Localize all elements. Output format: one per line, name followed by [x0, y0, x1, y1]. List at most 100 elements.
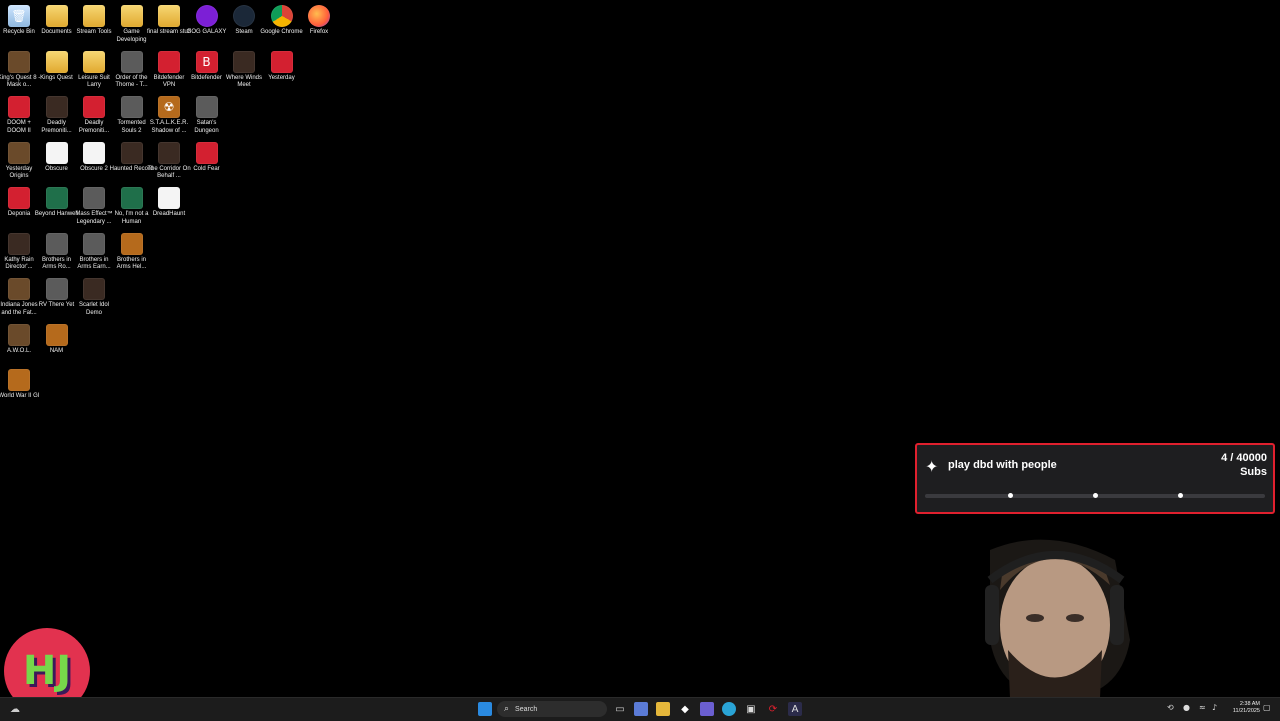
- desktop-icon[interactable]: Obscure 2: [75, 140, 113, 184]
- alienware-icon[interactable]: ◆: [678, 702, 692, 716]
- app-icon: B: [196, 51, 218, 73]
- desktop-icon[interactable]: King's Quest 8 - Mask o...: [0, 49, 38, 93]
- desktop-icon[interactable]: Documents: [38, 3, 76, 47]
- app-icon: [8, 142, 30, 164]
- desktop-icon[interactable]: BBitdefender: [188, 49, 226, 93]
- desktop-icon[interactable]: GOG GALAXY: [188, 3, 226, 47]
- taskbar: ☁ ⌕ Search ▭ ◆ ▣ ⟳ A ⟲ ● ≈ ♪ 2:38 AM 11/…: [0, 697, 1280, 721]
- app-icon: [83, 233, 105, 255]
- desktop-icon[interactable]: Mass Effect™ Legendary ...: [75, 185, 113, 229]
- desktop-icon[interactable]: Indiana Jones and the Fat...: [0, 276, 38, 320]
- teams-icon[interactable]: [700, 702, 714, 716]
- app-icon: [121, 96, 143, 118]
- desktop-icon[interactable]: 🗑Recycle Bin: [0, 3, 38, 47]
- desktop-icon-label: Cold Fear: [185, 166, 229, 174]
- desktop-icon[interactable]: Beyond Hanwell: [38, 185, 76, 229]
- desktop-icons-area: 🗑Recycle BinDocumentsStream ToolsGame De…: [0, 0, 340, 420]
- desktop-icon[interactable]: Game Developing: [113, 3, 151, 47]
- clock[interactable]: 2:38 AM 11/21/2025: [1233, 701, 1260, 715]
- clock-date: 11/21/2025: [1233, 708, 1260, 715]
- desktop-icon[interactable]: Brothers in Arms Hel...: [113, 231, 151, 275]
- app-icon: [46, 324, 68, 346]
- app-icon: [46, 233, 68, 255]
- file-explorer-icon[interactable]: [656, 702, 670, 716]
- app-icon: [46, 187, 68, 209]
- start-button-icon[interactable]: [478, 702, 492, 716]
- desktop-icon[interactable]: Cold Fear: [188, 140, 226, 184]
- edge-icon[interactable]: [722, 702, 736, 716]
- app-icon: [271, 5, 293, 27]
- copilot-icon[interactable]: [634, 702, 648, 716]
- search-box[interactable]: ⌕ Search: [497, 701, 607, 717]
- app-icon[interactable]: A: [788, 702, 802, 716]
- desktop-icon[interactable]: Firefox: [300, 3, 338, 47]
- app-icon: [308, 5, 330, 27]
- goal-milestone-marker: [1093, 493, 1098, 498]
- desktop-icon[interactable]: A.W.O.L.: [0, 322, 38, 366]
- desktop-icon[interactable]: Brothers in Arms Ro...: [38, 231, 76, 275]
- desktop-icon[interactable]: ☢S.T.A.L.K.E.R. Shadow of ...: [150, 94, 188, 138]
- desktop-icon[interactable]: No, I'm not a Human: [113, 185, 151, 229]
- desktop-icon[interactable]: Kings Quest: [38, 49, 76, 93]
- desktop-icon[interactable]: Scarlet Idol Demo: [75, 276, 113, 320]
- app-icon: [83, 278, 105, 300]
- app-icon: [8, 233, 30, 255]
- microphone-icon[interactable]: ●: [1183, 703, 1190, 712]
- sync-icon[interactable]: ⟲: [1167, 703, 1174, 712]
- app-icon: [158, 5, 180, 27]
- desktop-icon[interactable]: Deadly Premoniti...: [75, 94, 113, 138]
- desktop-icon[interactable]: NAM: [38, 322, 76, 366]
- desktop-icon[interactable]: Stream Tools: [75, 3, 113, 47]
- desktop-icon[interactable]: DOOM + DOOM II: [0, 94, 38, 138]
- security-app-icon[interactable]: ⟳: [766, 702, 780, 716]
- search-label: Search: [515, 706, 537, 713]
- desktop-icon[interactable]: Google Chrome: [263, 3, 301, 47]
- app-icon: [83, 51, 105, 73]
- desktop-icon[interactable]: Tormented Souls 2: [113, 94, 151, 138]
- desktop-icon[interactable]: Steam: [225, 3, 263, 47]
- app-icon: [233, 5, 255, 27]
- desktop-icon[interactable]: Order of the Thorne - T...: [113, 49, 151, 93]
- goal-count: 4 / 40000: [1221, 452, 1267, 464]
- notification-icon[interactable]: ▢: [1263, 703, 1271, 712]
- desktop-icon[interactable]: Yesterday Origins: [0, 140, 38, 184]
- app-icon: [8, 278, 30, 300]
- app-icon: [46, 5, 68, 27]
- desktop-icon[interactable]: Yesterday: [263, 49, 301, 93]
- app-icon: [196, 142, 218, 164]
- desktop-icon[interactable]: Satan's Dungeon: [188, 94, 226, 138]
- desktop-icon[interactable]: Haunted Record: [113, 140, 151, 184]
- goal-milestone-marker: [1178, 493, 1183, 498]
- task-view-icon[interactable]: ▭: [613, 702, 627, 716]
- goal-progress-track: [925, 494, 1265, 498]
- desktop-icon[interactable]: Where Winds Meet: [225, 49, 263, 93]
- app-icon: [121, 233, 143, 255]
- search-icon: ⌕: [504, 704, 509, 714]
- desktop-icon[interactable]: DreadHaunt: [150, 185, 188, 229]
- goal-milestone-marker: [1008, 493, 1013, 498]
- desktop-icon[interactable]: World War II GI: [0, 367, 38, 411]
- desktop-icon[interactable]: Kathy Rain Director'...: [0, 231, 38, 275]
- desktop-icon[interactable]: Deponia: [0, 185, 38, 229]
- app-icon: [8, 369, 30, 391]
- widgets-icon[interactable]: ☁: [8, 702, 22, 716]
- desktop-icon[interactable]: Brothers in Arms Earn...: [75, 231, 113, 275]
- desktop-icon[interactable]: The Corridor On Behalf ...: [150, 140, 188, 184]
- store-icon[interactable]: ▣: [744, 702, 758, 716]
- app-icon: [158, 142, 180, 164]
- desktop-icon[interactable]: Bitdefender VPN: [150, 49, 188, 93]
- desktop-icon[interactable]: Deadly Premoniti...: [38, 94, 76, 138]
- app-icon: [8, 324, 30, 346]
- desktop-icon[interactable]: Leisure Suit Larry: [75, 49, 113, 93]
- app-icon: [83, 187, 105, 209]
- wifi-icon[interactable]: ≈: [1199, 703, 1206, 712]
- app-icon: [46, 278, 68, 300]
- desktop-icon[interactable]: RV There Yet: [38, 276, 76, 320]
- app-icon: [83, 96, 105, 118]
- app-icon: [158, 51, 180, 73]
- volume-icon[interactable]: ♪: [1212, 703, 1217, 712]
- desktop-icon[interactable]: Obscure: [38, 140, 76, 184]
- app-icon: [158, 187, 180, 209]
- app-icon: [121, 5, 143, 27]
- desktop-icon[interactable]: final stream stuff: [150, 3, 188, 47]
